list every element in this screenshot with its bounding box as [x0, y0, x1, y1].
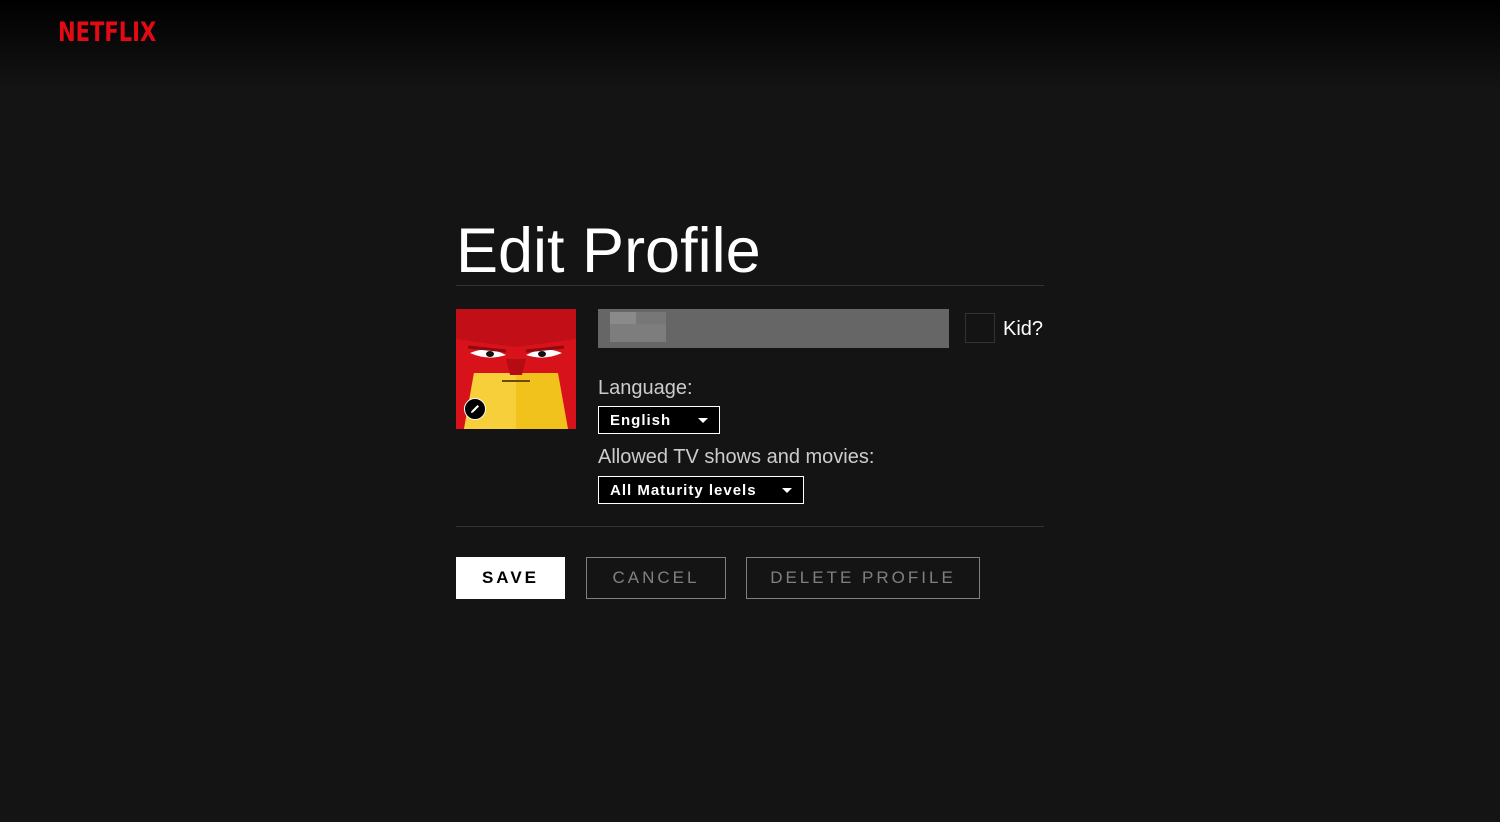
netflix-logo[interactable]: NETFLIX	[58, 17, 156, 48]
language-selected-value: English	[610, 411, 672, 429]
caret-down-icon	[698, 418, 708, 423]
language-select[interactable]: English	[598, 406, 720, 434]
redacted-name-pixels	[636, 312, 666, 324]
save-button[interactable]: SAVE	[456, 557, 565, 599]
kid-label[interactable]: Kid?	[1003, 318, 1043, 340]
maturity-label: Allowed TV shows and movies:	[598, 446, 875, 468]
redacted-name-pixels	[610, 312, 636, 324]
maturity-selected-value: All Maturity levels	[610, 481, 757, 499]
form-divider	[456, 526, 1044, 527]
language-label: Language:	[598, 377, 693, 399]
page-title: Edit Profile	[456, 216, 761, 286]
delete-profile-button[interactable]: DELETE PROFILE	[746, 557, 980, 599]
title-divider	[456, 285, 1044, 286]
redacted-name-pixels	[610, 324, 666, 342]
pencil-icon[interactable]	[464, 398, 486, 420]
caret-down-icon	[782, 488, 792, 493]
maturity-select[interactable]: All Maturity levels	[598, 476, 804, 504]
cancel-button[interactable]: CANCEL	[586, 557, 726, 599]
profile-avatar[interactable]	[456, 309, 576, 429]
header-gradient	[0, 0, 1500, 90]
kid-checkbox[interactable]	[965, 313, 995, 343]
